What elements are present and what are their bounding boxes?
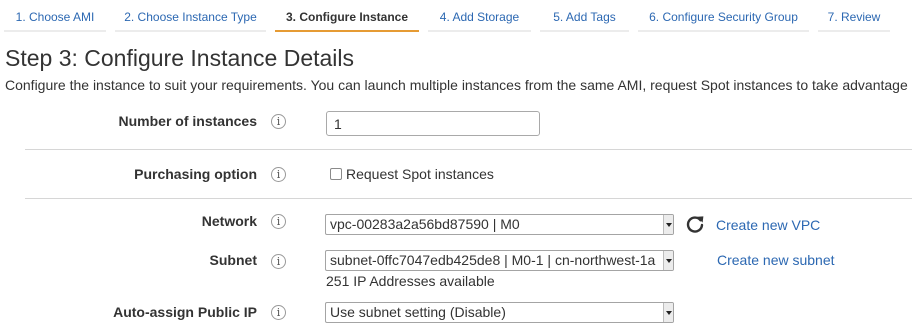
network-select-value: vpc-00283a2a56bd87590 | M0 — [330, 216, 520, 232]
page-title: Step 3: Configure Instance Details — [5, 45, 355, 71]
purchasing-option-label: Purchasing option — [134, 166, 257, 182]
divider — [25, 198, 912, 199]
auto-assign-public-ip-value: Use subnet setting (Disable) — [330, 304, 506, 320]
tab-configure-instance[interactable]: 3. Configure Instance — [275, 0, 419, 32]
subnet-select[interactable]: subnet-0ffc7047edb425de8 | M0-1 | cn-nor… — [325, 250, 674, 271]
divider — [25, 149, 912, 150]
number-of-instances-input[interactable] — [326, 111, 540, 136]
auto-assign-public-ip-select[interactable]: Use subnet setting (Disable) — [325, 302, 674, 323]
create-new-subnet-link[interactable]: Create new subnet — [717, 252, 835, 268]
request-spot-label: Request Spot instances — [346, 166, 494, 182]
chevron-down-icon — [663, 303, 673, 322]
info-icon[interactable]: i — [271, 214, 286, 229]
info-icon[interactable]: i — [271, 114, 286, 129]
chevron-down-icon — [663, 251, 673, 270]
create-new-vpc-link[interactable]: Create new VPC — [716, 217, 820, 233]
network-select[interactable]: vpc-00283a2a56bd87590 | M0 — [325, 214, 674, 235]
tab-review[interactable]: 7. Review — [818, 0, 890, 32]
tab-choose-ami[interactable]: 1. Choose AMI — [4, 0, 106, 32]
info-icon[interactable]: i — [271, 305, 286, 320]
info-icon[interactable]: i — [271, 254, 286, 269]
tab-add-tags[interactable]: 5. Add Tags — [540, 0, 629, 32]
request-spot-checkbox-row[interactable]: Request Spot instances — [330, 166, 494, 182]
chevron-down-icon — [663, 215, 673, 234]
request-spot-checkbox[interactable] — [330, 168, 342, 180]
network-label: Network — [201, 213, 257, 229]
auto-assign-public-ip-label: Auto-assign Public IP — [113, 304, 257, 320]
tab-choose-instance-type[interactable]: 2. Choose Instance Type — [115, 0, 266, 32]
subnet-label: Subnet — [209, 252, 257, 268]
refresh-icon[interactable] — [685, 214, 705, 234]
subnet-select-value: subnet-0ffc7047edb425de8 | M0-1 | cn-nor… — [330, 252, 656, 268]
page-description: Configure the instance to suit your requ… — [5, 77, 908, 93]
tab-configure-security-group[interactable]: 6. Configure Security Group — [638, 0, 809, 32]
info-icon[interactable]: i — [271, 167, 286, 182]
ip-addresses-available: 251 IP Addresses available — [326, 273, 495, 289]
number-of-instances-label: Number of instances — [118, 113, 257, 129]
tab-add-storage[interactable]: 4. Add Storage — [428, 0, 531, 32]
wizard-tabs: 1. Choose AMI 2. Choose Instance Type 3.… — [0, 0, 912, 34]
